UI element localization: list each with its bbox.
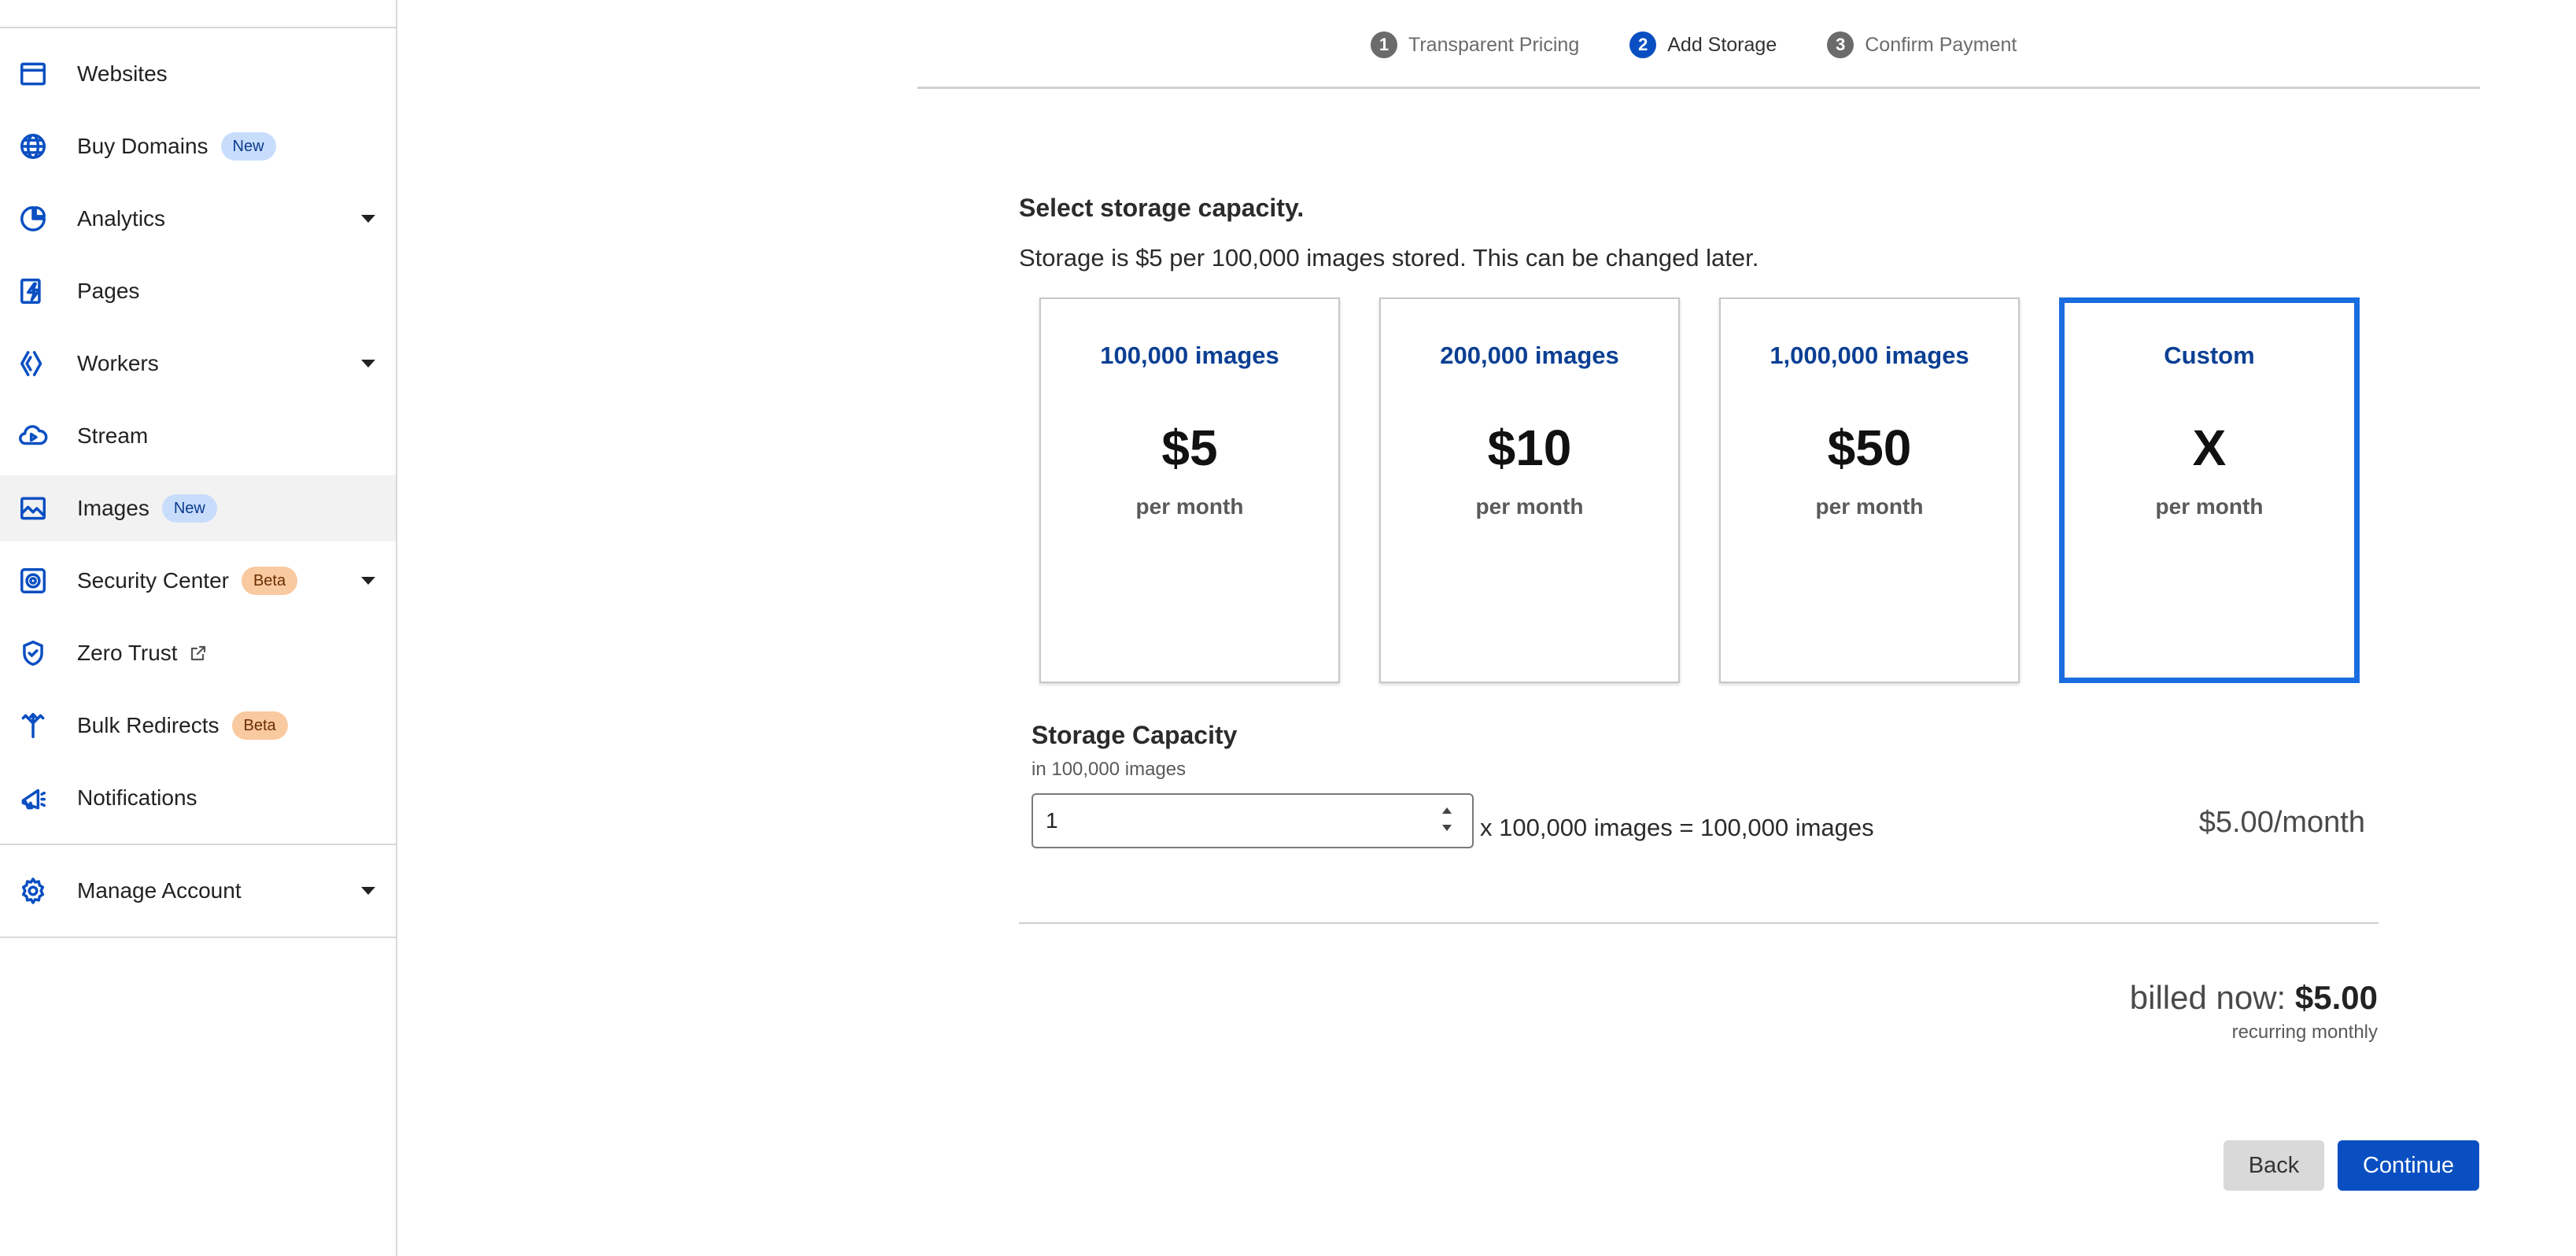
sidebar-item-label: Images (77, 496, 149, 520)
sidebar-divider (0, 27, 397, 28)
plan-card-unit: per month (1475, 494, 1584, 519)
chevron-down-icon[interactable] (361, 887, 375, 895)
browser-window-icon (17, 58, 49, 90)
shield-icon (17, 637, 49, 669)
redirect-icon (17, 710, 49, 741)
sidebar-item-label: Analytics (77, 206, 166, 231)
plan-card-100k[interactable]: 100,000 images $5 per month (1039, 297, 1340, 683)
plan-card-title: 100,000 images (1100, 342, 1279, 369)
billed-now-label: billed now: (2129, 979, 2286, 1016)
plan-card-title: 200,000 images (1440, 342, 1619, 369)
step-label: Transparent Pricing (1408, 33, 1580, 56)
sidebar-item-buy-domains[interactable]: Buy Domains New (0, 113, 396, 179)
chevron-down-icon[interactable] (361, 215, 375, 223)
image-icon (17, 493, 49, 524)
megaphone-icon (17, 782, 49, 814)
storage-capacity-sublabel: in 100,000 images (1032, 759, 1187, 780)
beta-badge: Beta (231, 711, 288, 740)
section-heading: Select storage capacity. (1019, 194, 1305, 222)
gear-icon (17, 875, 49, 907)
sidebar-item-label: Websites (77, 61, 168, 86)
new-badge: New (161, 494, 217, 523)
sidebar-divider (0, 844, 397, 845)
sidebar-item-label: Workers (77, 351, 159, 375)
step-number: 1 (1371, 31, 1397, 58)
sidebar-item-label: Security Center (77, 568, 229, 593)
checkout-stepper: 1 Transparent Pricing 2 Add Storage 3 Co… (1371, 31, 2067, 58)
lightning-icon (17, 275, 49, 307)
sidebar-item-label: Bulk Redirects (77, 713, 220, 737)
sidebar-item-label: Zero Trust (77, 641, 178, 665)
sidebar-item-stream[interactable]: Stream (0, 403, 396, 469)
plan-card-custom[interactable]: Custom X per month (2059, 297, 2360, 683)
sidebar-item-label: Stream (77, 423, 149, 448)
back-button[interactable]: Back (2224, 1140, 2324, 1191)
billed-now-amount: $5.00 (2294, 979, 2378, 1016)
sidebar-item-label: Notifications (77, 785, 197, 810)
chevron-down-icon[interactable] (1442, 825, 1452, 831)
sidebar-item-pages[interactable]: Pages (0, 258, 396, 324)
storage-capacity-calculation: x 100,000 images = 100,000 images (1480, 814, 1874, 841)
step-label: Confirm Payment (1865, 33, 2017, 56)
plan-card-unit: per month (1815, 494, 1924, 519)
section-divider (1019, 922, 2379, 924)
sidebar-item-label: Pages (77, 279, 140, 303)
storage-capacity-price: $5.00/month (2198, 806, 2365, 839)
recurring-note: recurring monthly (2231, 1021, 2378, 1043)
chevron-down-icon[interactable] (361, 577, 375, 585)
step-label: Add Storage (1667, 33, 1777, 56)
stepper-divider (917, 87, 2480, 89)
globe-icon (17, 131, 49, 162)
beta-badge: Beta (241, 567, 298, 595)
plan-card-unit: per month (2155, 494, 2264, 519)
step-number: 2 (1629, 31, 1657, 58)
sidebar-item-zero-trust[interactable]: Zero Trust (0, 620, 396, 686)
plan-card-200k[interactable]: 200,000 images $10 per month (1379, 297, 1680, 683)
plan-card-price: X (2192, 419, 2227, 476)
storage-capacity-input[interactable]: 1 (1032, 793, 1474, 848)
pie-chart-icon (17, 203, 49, 235)
plan-card-1m[interactable]: 1,000,000 images $50 per month (1719, 297, 2020, 683)
sidebar-item-label-wrap: Zero Trust (77, 620, 208, 686)
sidebar-item-notifications[interactable]: Notifications (0, 765, 396, 831)
sidebar-item-workers[interactable]: Workers (0, 331, 396, 397)
plan-card-price: $5 (1161, 419, 1218, 476)
plan-card-unit: per month (1135, 494, 1244, 519)
sidebar-item-websites[interactable]: Websites (0, 41, 396, 107)
step-confirm-payment[interactable]: 3 Confirm Payment (1827, 31, 2017, 58)
sidebar-item-label-wrap: Buy Domains New (77, 113, 276, 179)
sidebar-item-manage-account[interactable]: Manage Account (0, 858, 396, 924)
sidebar-item-images[interactable]: Images New (0, 475, 396, 541)
sidebar-divider (0, 936, 397, 938)
billed-now-summary: billed now: $5.00 (2130, 979, 2378, 1017)
quantity-stepper[interactable] (1440, 807, 1454, 831)
chevron-down-icon[interactable] (361, 360, 375, 368)
plan-card-title: Custom (2164, 342, 2255, 369)
sidebar-item-bulk-redirects[interactable]: Bulk Redirects Beta (0, 693, 396, 759)
continue-button[interactable]: Continue (2338, 1140, 2479, 1191)
external-link-icon (189, 644, 208, 663)
sidebar-item-security-center[interactable]: Security Center Beta (0, 548, 396, 614)
sidebar-item-analytics[interactable]: Analytics (0, 186, 396, 252)
sidebar-item-label-wrap: Security Center Beta (77, 548, 298, 614)
new-badge: New (220, 132, 276, 161)
sidebar-item-label-wrap: Bulk Redirects Beta (77, 693, 288, 759)
section-description: Storage is $5 per 100,000 images stored.… (1019, 244, 1759, 272)
sidebar-item-label: Buy Domains (77, 134, 209, 158)
step-transparent-pricing[interactable]: 1 Transparent Pricing (1371, 31, 1579, 58)
step-number: 3 (1827, 31, 1854, 58)
shield-target-icon (17, 565, 49, 597)
storage-capacity-label: Storage Capacity (1032, 721, 1238, 749)
sidebar-item-label-wrap: Images New (77, 475, 217, 541)
plan-card-price: $10 (1487, 419, 1572, 476)
cloud-play-icon (17, 420, 49, 452)
step-add-storage[interactable]: 2 Add Storage (1629, 31, 1777, 58)
plan-card-title: 1,000,000 images (1770, 342, 1969, 369)
sidebar: Websites Buy Domains New Analytics Pages… (0, 0, 397, 1256)
workers-icon (17, 348, 49, 379)
plan-card-price: $50 (1827, 419, 1912, 476)
sidebar-item-label: Manage Account (77, 878, 242, 903)
chevron-up-icon[interactable] (1442, 807, 1452, 814)
